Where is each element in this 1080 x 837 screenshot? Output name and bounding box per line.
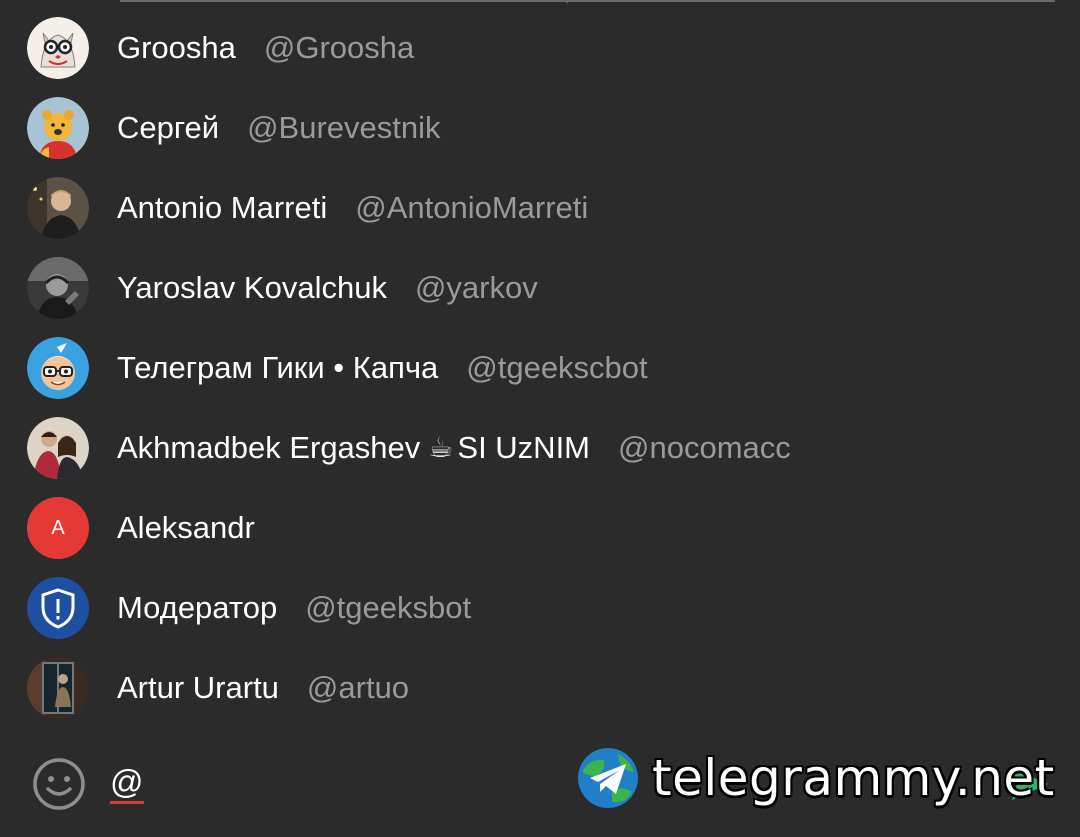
- mention-username: @nocomacc: [618, 430, 791, 465]
- mention-name: Модератор: [117, 590, 278, 625]
- mention-username: @artuo: [306, 670, 410, 705]
- mention-item-sergey[interactable]: Сергей @Burevestnik: [0, 88, 1080, 168]
- avatar: A: [27, 497, 89, 559]
- avatar: [27, 337, 89, 399]
- mention-suggestions-list: Groosha @Groosha Сергей @Burevestnik Ant…: [0, 8, 1080, 728]
- spellcheck-underline: [110, 801, 144, 804]
- avatar: [27, 97, 89, 159]
- mention-item-tgeeks-captcha[interactable]: Телеграм Гики • Капча @tgeekscbot: [0, 328, 1080, 408]
- mention-name: Artur Urartu: [117, 670, 279, 705]
- mention-name: Телеграм Гики • Капча: [117, 350, 439, 385]
- avatar: [27, 177, 89, 239]
- mention-username: @Burevestnik: [247, 110, 441, 145]
- avatar: [27, 657, 89, 719]
- smiley-icon[interactable]: [32, 757, 86, 811]
- mention-screen: Groosha @Groosha Сергей @Burevestnik Ant…: [0, 0, 1080, 837]
- mention-name: Akhmadbek Ergashev: [117, 430, 421, 465]
- mention-item-moderator[interactable]: Модератор @tgeeksbot: [0, 568, 1080, 648]
- watermark-text: telegrammy.net: [652, 749, 1055, 807]
- mention-name: Groosha: [117, 30, 236, 65]
- mention-name: Сергей: [117, 110, 220, 145]
- coffee-emoji: ☕: [428, 432, 454, 463]
- mention-item-aleksandr[interactable]: A Aleksandr: [0, 488, 1080, 568]
- mention-username: @tgeekscbot: [466, 350, 648, 385]
- mention-username: @AntonioMarreti: [355, 190, 589, 225]
- mention-item-groosha[interactable]: Groosha @Groosha: [0, 8, 1080, 88]
- shield-icon: [27, 577, 89, 639]
- avatar: [27, 17, 89, 79]
- mention-name: Yaroslav Kovalchuk: [117, 270, 387, 305]
- mention-name-suffix: SI UzNIM: [457, 430, 591, 465]
- mention-username: @Groosha: [263, 30, 415, 65]
- avatar-initial: A: [51, 516, 65, 539]
- avatar: [27, 257, 89, 319]
- message-input-value: @: [110, 763, 144, 800]
- mention-item-akhmadbek[interactable]: Akhmadbek Ergashev ☕ SI UzNIM @nocomacc: [0, 408, 1080, 488]
- mention-username: @tgeeksbot: [305, 590, 472, 625]
- message-input[interactable]: @: [110, 760, 144, 804]
- top-divider: [120, 0, 1055, 3]
- mention-item-artur[interactable]: Artur Urartu @artuo: [0, 648, 1080, 728]
- mention-username: @yarkov: [414, 270, 538, 305]
- mention-item-antonio[interactable]: Antonio Marreti @AntonioMarreti: [0, 168, 1080, 248]
- mention-item-yaroslav[interactable]: Yaroslav Kovalchuk @yarkov: [0, 248, 1080, 328]
- mention-name: Aleksandr: [117, 510, 255, 545]
- mention-name: Antonio Marreti: [117, 190, 328, 225]
- avatar: [27, 417, 89, 479]
- telegram-globe-icon: [576, 746, 640, 810]
- watermark: telegrammy.net: [576, 745, 1055, 811]
